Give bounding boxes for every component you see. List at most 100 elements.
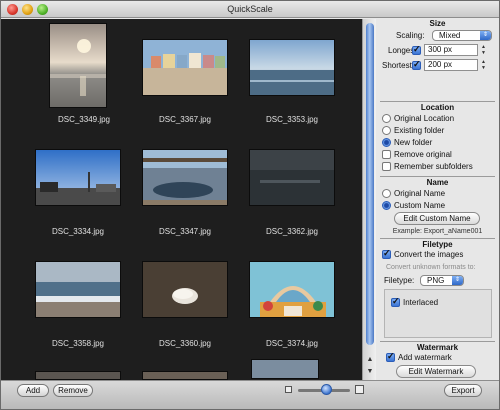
shortest-field[interactable]: 200 px — [424, 59, 478, 71]
thumbnail-image[interactable] — [142, 371, 228, 380]
grid-item[interactable]: DSC_3358.jpg — [19, 245, 137, 358]
thumbnail-image[interactable] — [142, 39, 228, 96]
thumbnail-image[interactable] — [142, 261, 228, 318]
zoom-out-icon[interactable] — [285, 386, 292, 393]
grid-item[interactable]: DSC_3362.jpg — [233, 133, 351, 246]
thumbnail-image[interactable] — [35, 371, 121, 380]
name-option-custom[interactable]: Custom Name — [382, 201, 445, 210]
edit-custom-name-button[interactable]: Edit Custom Name — [394, 212, 480, 225]
grid-item[interactable]: DSC_3347.jpg — [126, 133, 244, 246]
add-button[interactable]: Add — [17, 384, 49, 397]
location-option-new-folder[interactable]: New folder — [382, 138, 432, 147]
filetype-options-box: Interlaced — [384, 289, 492, 338]
scaling-label: Scaling: — [396, 31, 425, 40]
file-name: DSC_3360.jpg — [158, 339, 212, 348]
section-divider — [380, 101, 495, 102]
option-label: Custom Name — [394, 201, 446, 210]
scroll-down-arrow-icon[interactable]: ▼ — [365, 367, 375, 377]
window-title: QuickScale — [227, 4, 273, 14]
remove-button[interactable]: Remove — [53, 384, 93, 397]
checkbox-checked-icon — [382, 248, 391, 259]
filetype-popup[interactable]: PNG ⇕ — [420, 275, 464, 286]
option-label: Original Name — [394, 189, 446, 198]
shortest-label: Shortest: — [382, 61, 415, 70]
thumbnail-image[interactable] — [35, 149, 121, 206]
location-option-existing[interactable]: Existing folder — [382, 126, 444, 135]
longest-field[interactable]: 300 px — [424, 44, 478, 56]
thumbnail-image[interactable] — [249, 261, 335, 318]
checkbox-icon — [382, 150, 391, 159]
name-example: Example: Export_aName001 — [392, 228, 483, 235]
thumbnail-image[interactable] — [249, 149, 335, 206]
filetype-label: Filetype: — [384, 276, 415, 285]
thumbnail-image[interactable] — [142, 149, 228, 206]
scaling-popup[interactable]: Mixed ⇕ — [432, 30, 492, 41]
name-option-original[interactable]: Original Name — [382, 189, 445, 198]
radio-icon — [382, 126, 391, 135]
file-name: DSC_3353.jpg — [265, 115, 319, 124]
convert-unknown-label: Convert unknown formats to: — [386, 264, 476, 271]
thumbnail-image[interactable] — [49, 23, 107, 108]
scaling-value: Mixed — [439, 31, 461, 40]
file-name: DSC_3358.jpg — [51, 339, 105, 348]
zoom-in-icon[interactable] — [355, 385, 364, 394]
remove-original-checkbox[interactable]: Remove original — [382, 150, 452, 159]
file-name: DSC_3347.jpg — [158, 227, 212, 236]
checkbox-label: Remove original — [394, 150, 452, 159]
settings-panel: Size Scaling: Mixed ⇕ Longest: 300 px ▲▼… — [376, 19, 499, 380]
section-divider — [380, 176, 495, 177]
section-divider — [380, 341, 495, 342]
add-watermark-checkbox[interactable]: Add watermark — [386, 351, 452, 362]
file-name: DSC_3362.jpg — [265, 227, 319, 236]
thumbnail-image[interactable] — [35, 261, 121, 318]
checkbox-checked-icon — [391, 296, 400, 307]
thumbnail-image[interactable] — [249, 39, 335, 96]
radio-icon — [382, 189, 391, 198]
longest-stepper-icon[interactable]: ▲ ▼ — [480, 44, 487, 56]
remember-subfolders-checkbox[interactable]: Remember subfolders — [382, 162, 473, 171]
filetype-heading: Filetype — [422, 240, 453, 249]
grid-item[interactable]: DSC_3367.jpg — [126, 21, 244, 134]
filetype-value: PNG — [427, 276, 445, 285]
zoom-slider-knob[interactable] — [321, 384, 333, 395]
name-heading: Name — [426, 178, 449, 187]
grid-item[interactable]: DSC_3360.jpg — [126, 245, 244, 358]
bottom-toolbar: Add Remove Export — [1, 380, 499, 409]
grid-item[interactable]: DSC_3374.jpg — [233, 245, 351, 358]
title-bar[interactable]: QuickScale — [1, 1, 499, 18]
interlaced-checkbox[interactable]: Interlaced — [391, 296, 439, 307]
longest-checkbox[interactable] — [412, 44, 421, 55]
location-option-original[interactable]: Original Location — [382, 114, 454, 123]
checkbox-label: Remember subfolders — [394, 162, 473, 171]
edit-watermark-button[interactable]: Edit Watermark — [396, 365, 476, 378]
checkbox-icon — [382, 162, 391, 171]
scroll-up-arrow-icon[interactable]: ▲ — [365, 355, 375, 365]
shortest-checkbox[interactable] — [412, 59, 421, 70]
option-label: Existing folder — [394, 126, 445, 135]
image-grid[interactable]: DSC_3349.jpg DSC_3367.jpg DSC_3353.jpg D… — [1, 19, 362, 380]
section-divider — [380, 238, 495, 239]
size-heading: Size — [429, 19, 446, 28]
grid-item[interactable]: DSC_3353.jpg — [233, 21, 351, 134]
export-button[interactable]: Export — [444, 384, 482, 397]
location-heading: Location — [420, 103, 455, 112]
shortest-stepper-icon[interactable]: ▲ ▼ — [480, 59, 487, 71]
app-window: QuickScale DSC_3349.jpg DSC_3367.jpg DSC… — [0, 0, 500, 410]
option-label: Original Location — [394, 114, 455, 123]
file-name: DSC_3374.jpg — [265, 339, 319, 348]
convert-images-checkbox[interactable]: Convert the images — [382, 248, 463, 259]
checkbox-label: Interlaced — [403, 298, 439, 307]
popup-arrows-icon: ⇕ — [480, 31, 491, 40]
radio-selected-icon — [382, 138, 391, 147]
popup-arrows-icon: ⇕ — [452, 276, 463, 285]
grid-item[interactable]: DSC_3334.jpg — [19, 133, 137, 246]
checkbox-label: Add watermark — [398, 353, 452, 362]
thumbnail-image[interactable] — [251, 359, 319, 379]
scrollbar-thumb[interactable] — [366, 23, 374, 345]
radio-selected-icon — [382, 201, 391, 210]
radio-icon — [382, 114, 391, 123]
file-name: DSC_3334.jpg — [51, 227, 105, 236]
grid-scrollbar[interactable]: ▲ ▼ — [362, 19, 376, 380]
checkbox-checked-icon — [386, 351, 395, 362]
file-name: DSC_3367.jpg — [158, 115, 212, 124]
